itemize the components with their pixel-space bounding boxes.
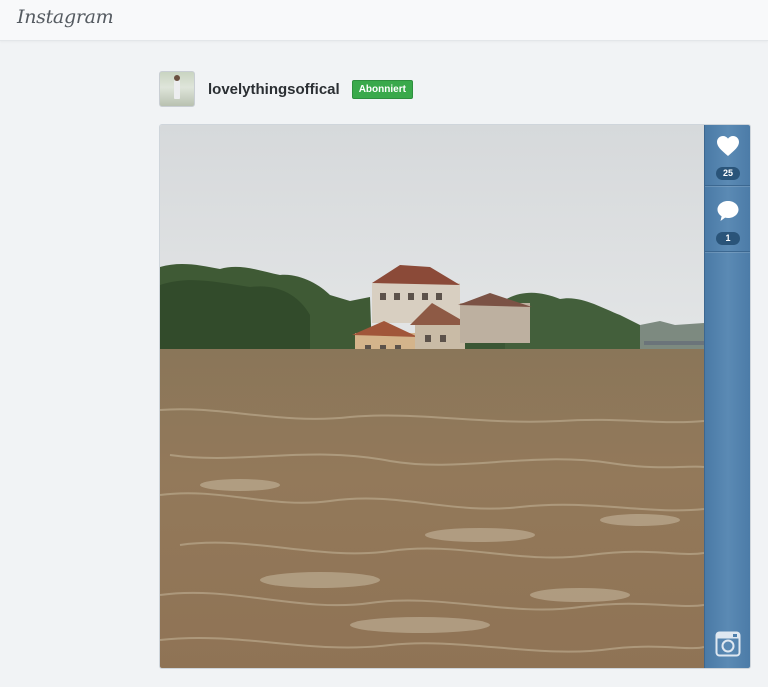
post-card: 25 1 [159, 124, 751, 669]
like-count: 25 [716, 167, 740, 180]
heart-icon[interactable] [716, 135, 740, 157]
post-photo [160, 125, 704, 668]
comment-count: 1 [716, 232, 740, 245]
sidebar-divider [705, 251, 750, 252]
comment-action[interactable]: 1 [705, 199, 750, 246]
instagram-camera-icon[interactable] [715, 631, 741, 657]
avatar[interactable] [159, 71, 195, 107]
speech-bubble-icon[interactable] [716, 199, 740, 223]
like-action[interactable]: 25 [705, 135, 750, 181]
post-actions-sidebar: 25 1 [704, 125, 750, 668]
instagram-camera-link[interactable] [705, 631, 750, 662]
sidebar-divider [705, 185, 750, 186]
instagram-logo[interactable]: Instagram [17, 6, 114, 28]
follow-button[interactable]: Abonniert [351, 79, 413, 99]
post-header: lovelythingsoffical Abonniert [159, 71, 413, 107]
top-bar: Instagram [0, 0, 768, 41]
username-link[interactable]: lovelythingsoffical [208, 81, 340, 98]
